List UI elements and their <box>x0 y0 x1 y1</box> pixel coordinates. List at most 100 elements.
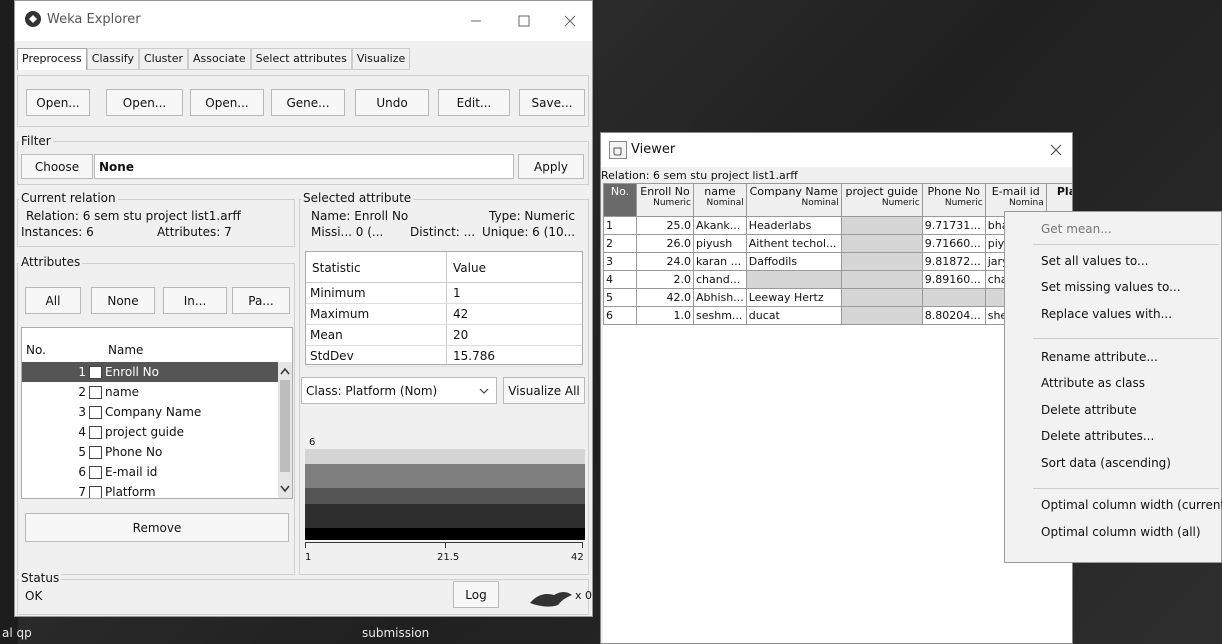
table-cell[interactable]: 25.0 <box>636 216 694 235</box>
table-cell[interactable]: 9.71731... <box>921 216 986 235</box>
row-number-cell[interactable]: 6 <box>603 306 637 325</box>
tab-visualize[interactable]: Visualize <box>351 48 411 70</box>
table-row[interactable]: 61.0seshm...ducat8.80204...shesh8. <box>603 306 1073 325</box>
row-number-cell[interactable]: 3 <box>603 252 637 271</box>
menu-item[interactable]: Sort data (ascending) <box>1041 456 1171 470</box>
table-cell[interactable]: 24.0 <box>636 252 694 271</box>
generate-button[interactable]: Gene... <box>271 89 345 116</box>
table-cell[interactable] <box>921 288 986 307</box>
attribute-row[interactable]: 1 Enroll No <box>22 362 278 382</box>
maximize-icon[interactable] <box>509 9 539 33</box>
open-db-button[interactable]: Open... <box>190 89 264 116</box>
attribute-checkbox[interactable] <box>89 485 102 498</box>
undo-button[interactable]: Undo <box>355 89 429 116</box>
table-cell[interactable] <box>840 216 923 235</box>
table-cell[interactable]: Akank... <box>693 216 747 235</box>
class-select[interactable]: Class: Platform (Nom) <box>301 377 497 404</box>
tab-select-attributes[interactable]: Select attributes <box>250 48 352 70</box>
invert-button[interactable]: In... <box>163 287 227 314</box>
table-cell[interactable]: Daffodils <box>745 252 842 271</box>
menu-item[interactable]: Delete attributes... <box>1041 429 1154 443</box>
table-cell[interactable]: chand... <box>693 270 747 289</box>
select-all-button[interactable]: All <box>25 287 81 314</box>
column-header[interactable]: Company Name Nominal <box>745 183 842 217</box>
select-none-button[interactable]: None <box>91 287 155 314</box>
table-cell[interactable]: ducat <box>745 306 842 325</box>
table-cell[interactable]: 9.81872... <box>921 252 986 271</box>
menu-item[interactable]: Optimal column width (all) <box>1041 525 1201 539</box>
open-url-button[interactable]: Open... <box>106 89 183 116</box>
remove-button[interactable]: Remove <box>25 513 289 542</box>
scroll-thumb[interactable] <box>280 380 290 472</box>
tab-associate[interactable]: Associate <box>188 48 251 70</box>
viewer-close-icon[interactable] <box>1045 139 1067 161</box>
table-cell[interactable]: 2.0 <box>636 270 694 289</box>
menu-item[interactable]: Rename attribute... <box>1041 350 1158 364</box>
table-row[interactable]: 5 42.0 Abhish... Leeway Hertz <box>603 288 1073 307</box>
attribute-row[interactable]: 4 project guide <box>22 422 278 442</box>
attribute-checkbox[interactable] <box>89 385 102 399</box>
table-cell[interactable]: seshm... <box>693 306 747 325</box>
visualize-all-button[interactable]: Visualize All <box>503 377 585 404</box>
row-number-cell[interactable]: 5 <box>603 288 637 307</box>
column-header[interactable]: name Nominal <box>693 183 747 217</box>
attribute-checkbox[interactable] <box>89 465 102 479</box>
tab-preprocess[interactable]: Preprocess <box>17 48 87 70</box>
log-button[interactable]: Log <box>453 581 499 608</box>
menu-item[interactable]: Attribute as class <box>1041 376 1145 390</box>
table-row[interactable]: 42.0chand...9.89160...chandr. <box>603 270 1073 289</box>
table-cell[interactable]: 42.0 <box>636 288 694 307</box>
table-cell[interactable] <box>745 270 842 289</box>
minimize-icon[interactable] <box>461 9 491 33</box>
attributes-scrollbar[interactable] <box>278 362 292 498</box>
attribute-row[interactable]: 2 name <box>22 382 278 402</box>
table-cell[interactable]: 9.71660... <box>921 234 986 253</box>
open-file-button[interactable]: Open... <box>26 89 90 116</box>
edit-button[interactable]: Edit... <box>438 89 510 116</box>
table-cell[interactable] <box>840 234 923 253</box>
attribute-checkbox[interactable] <box>89 365 102 379</box>
attribute-row[interactable]: 6 E-mail id <box>22 462 278 482</box>
table-cell[interactable]: Abhish... <box>693 288 747 307</box>
attribute-row[interactable]: 7 Platform <box>22 482 278 498</box>
scroll-up-icon[interactable] <box>278 364 292 378</box>
attribute-row[interactable]: 3 Company Name <box>22 402 278 422</box>
row-number-cell[interactable]: 4 <box>603 270 637 289</box>
menu-item[interactable]: Set all values to... <box>1041 254 1148 268</box>
table-cell[interactable] <box>840 288 923 307</box>
menu-item[interactable]: Replace values with... <box>1041 307 1172 321</box>
pattern-button[interactable]: Pa... <box>232 287 290 314</box>
menu-item[interactable]: Get mean... <box>1041 222 1112 236</box>
attribute-checkbox[interactable] <box>89 445 102 459</box>
scroll-down-icon[interactable] <box>278 482 292 496</box>
row-number-cell[interactable]: 1 <box>603 216 637 235</box>
table-row[interactable]: 226.0piyushAithent techol...9.71660...pi… <box>603 234 1073 253</box>
table-cell[interactable] <box>840 306 923 325</box>
table-cell[interactable]: 26.0 <box>636 234 694 253</box>
choose-filter-button[interactable]: Choose <box>21 154 93 179</box>
weka-bird-icon[interactable] <box>528 587 574 609</box>
menu-item[interactable]: Optimal column width (current) <box>1041 498 1222 512</box>
table-row[interactable]: 324.0karan ...Daffodils9.81872...jaryalk… <box>603 252 1073 271</box>
column-header[interactable]: No. <box>603 183 637 217</box>
save-button[interactable]: Save... <box>519 89 585 116</box>
column-header[interactable]: Phone No Numeric <box>921 183 986 217</box>
table-cell[interactable] <box>840 270 923 289</box>
table-cell[interactable]: Leeway Hertz <box>745 288 842 307</box>
table-cell[interactable]: Aithent techol... <box>745 234 842 253</box>
filter-field[interactable]: None <box>94 154 514 179</box>
table-cell[interactable]: 8.80204... <box>921 306 986 325</box>
attribute-checkbox[interactable] <box>89 425 102 439</box>
attribute-checkbox[interactable] <box>89 405 102 419</box>
table-row[interactable]: 125.0Akank...Headerlabs9.71731...bhard..… <box>603 216 1073 235</box>
tab-cluster[interactable]: Cluster <box>138 48 188 70</box>
table-cell[interactable]: piyush <box>693 234 747 253</box>
column-header[interactable]: Enroll No Numeric <box>636 183 694 217</box>
close-icon[interactable] <box>555 9 585 33</box>
attribute-row[interactable]: 5 Phone No <box>22 442 278 462</box>
table-cell[interactable] <box>840 252 923 271</box>
tab-classify[interactable]: Classify <box>86 48 139 70</box>
table-cell[interactable]: 1.0 <box>636 306 694 325</box>
table-cell[interactable]: 9.89160... <box>921 270 986 289</box>
table-cell[interactable]: Headerlabs <box>745 216 842 235</box>
